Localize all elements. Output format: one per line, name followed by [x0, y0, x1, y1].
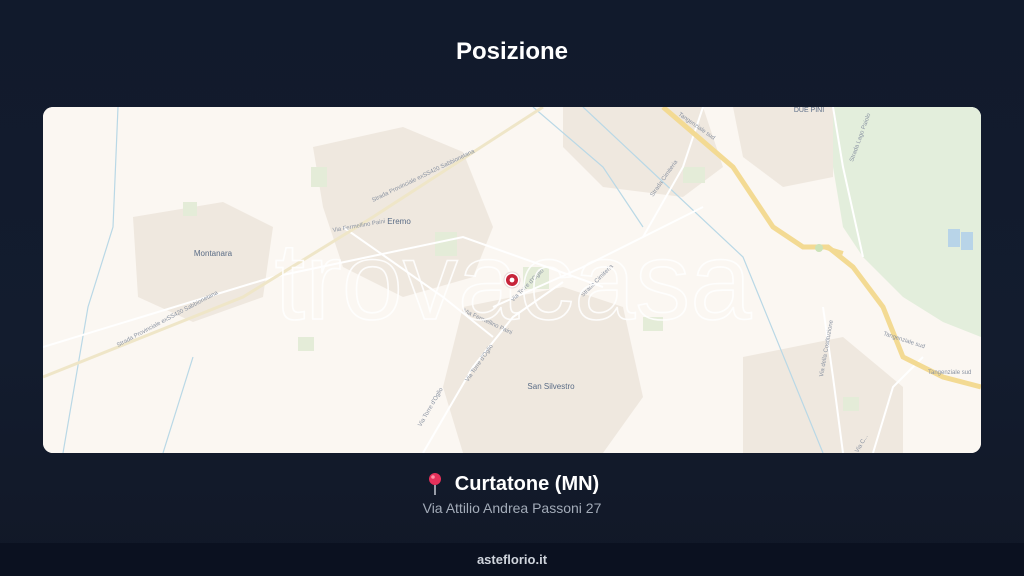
pushpin-icon: [425, 472, 445, 496]
pool: [948, 229, 960, 247]
map-canvas[interactable]: Montanara Eremo San Silvestro DUE PINI S…: [43, 107, 981, 453]
place-due-pini: DUE PINI: [794, 107, 824, 114]
footer: asteflorio.it: [0, 543, 1024, 576]
location-marker-icon[interactable]: [503, 271, 521, 289]
road-label: Tangenziale sud: [928, 370, 971, 376]
place-san-silvestro: San Silvestro: [527, 382, 575, 391]
location-header: Curtatone (MN): [0, 472, 1024, 496]
city-name: Curtatone (MN): [454, 472, 600, 495]
page-title: Posizione: [455, 38, 569, 65]
pool: [961, 232, 973, 250]
address: Via Attilio Andrea Passoni 27: [422, 500, 602, 516]
map-view[interactable]: Montanara Eremo San Silvestro DUE PINI S…: [43, 107, 981, 453]
place-montanara: Montanara: [194, 249, 233, 258]
roundabout: [815, 244, 823, 252]
footer-site-link[interactable]: asteflorio.it: [477, 552, 547, 567]
